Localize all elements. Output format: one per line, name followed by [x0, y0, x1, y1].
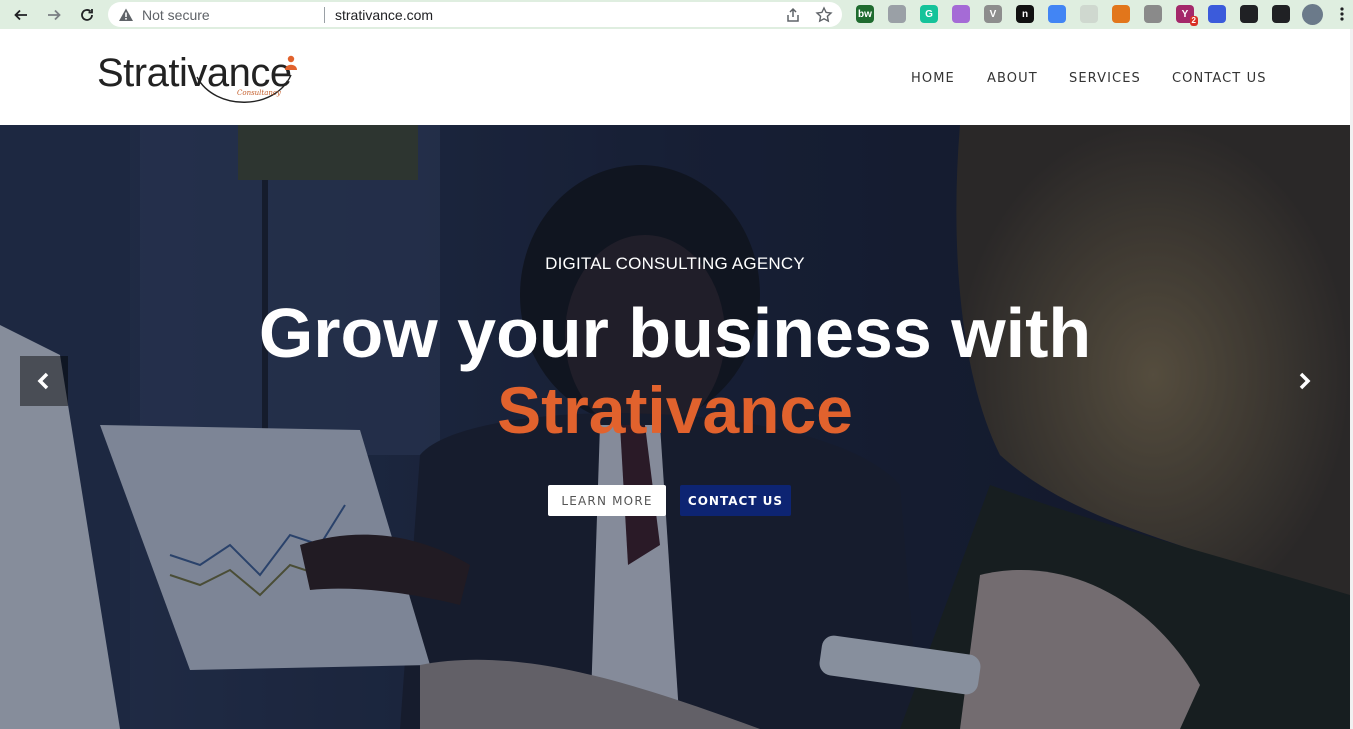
extension-bw-icon[interactable]: bw: [856, 5, 874, 23]
site-header: Strativance Consultancy HOME ABOUT SERVI…: [0, 29, 1353, 125]
share-icon[interactable]: [784, 6, 802, 24]
extension-notion-icon[interactable]: n: [1016, 5, 1034, 23]
extension-qr-icon[interactable]: [888, 5, 906, 23]
hero-headline: Grow your business with: [258, 294, 1092, 372]
chevron-left-icon: [37, 372, 49, 390]
extension-vivaldi-icon[interactable]: V: [984, 5, 1002, 23]
profile-avatar[interactable]: [1302, 4, 1323, 25]
nav-services[interactable]: SERVICES: [1069, 71, 1141, 86]
omnibox-divider: [324, 7, 325, 23]
reload-icon: [81, 9, 93, 21]
extension-drop-icon[interactable]: [952, 5, 970, 23]
extension-yoast-icon[interactable]: Y2: [1176, 5, 1198, 26]
site-logo[interactable]: Strativance Consultancy: [97, 51, 307, 111]
extension-metamask-icon[interactable]: [1112, 5, 1130, 23]
contact-us-button[interactable]: CONTACT US: [680, 485, 791, 516]
carousel-next-button[interactable]: [1284, 356, 1324, 406]
reload-button[interactable]: [76, 4, 98, 26]
extension-color-icon[interactable]: [1048, 5, 1066, 23]
security-status[interactable]: Not secure: [142, 7, 210, 23]
extension-sidepanel-icon[interactable]: [1272, 5, 1290, 23]
nav-home[interactable]: HOME: [911, 71, 955, 86]
extension-phone-icon[interactable]: [1080, 5, 1098, 23]
nav-contact-us[interactable]: CONTACT US: [1172, 71, 1267, 86]
address-bar[interactable]: Not secure strativance.com: [108, 2, 842, 27]
forward-button[interactable]: [43, 4, 65, 26]
extension-grammarly-icon[interactable]: G: [920, 5, 938, 23]
warning-icon: [119, 8, 133, 21]
more-vertical-icon[interactable]: [1336, 6, 1348, 22]
extension-screen-icon[interactable]: [1208, 5, 1226, 23]
extension-badge: 2: [1189, 16, 1198, 26]
hero-slider: DIGITAL CONSULTING AGENCY Grow your busi…: [0, 125, 1350, 729]
logo-person-icon: [285, 55, 297, 70]
chevron-right-icon: [1299, 372, 1311, 390]
back-button[interactable]: [10, 4, 32, 26]
url-text[interactable]: strativance.com: [335, 7, 433, 23]
hero-eyebrow: DIGITAL CONSULTING AGENCY: [545, 254, 805, 273]
browser-toolbar: Not secure strativance.com bw G Vn Y 2: [0, 0, 1353, 29]
logo-subtext: Consultancy: [237, 89, 281, 97]
nav-about[interactable]: ABOUT: [987, 71, 1038, 86]
arrow-right-icon: [48, 9, 61, 21]
learn-more-button[interactable]: LEARN MORE: [548, 485, 666, 516]
extension-camera-icon[interactable]: [1144, 5, 1162, 23]
arrow-left-icon: [14, 9, 27, 21]
hero-headline-accent: Strativance: [497, 373, 853, 447]
extension-puzzle-icon[interactable]: [1240, 5, 1258, 23]
carousel-prev-button[interactable]: [20, 356, 68, 406]
bookmark-star-icon[interactable]: [815, 6, 833, 24]
